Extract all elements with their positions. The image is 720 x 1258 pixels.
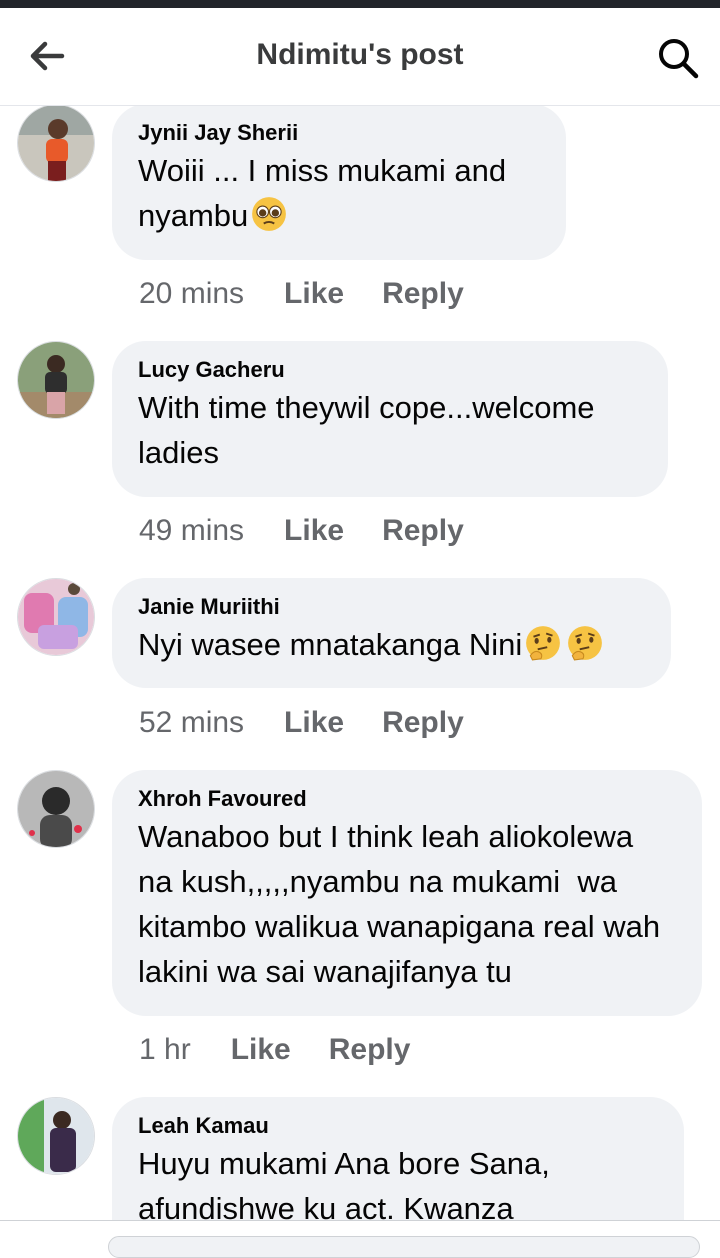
- comment-author[interactable]: Jynii Jay Sherii: [138, 118, 540, 148]
- comment-time[interactable]: 49 mins: [139, 511, 244, 551]
- like-button[interactable]: Like: [231, 1030, 291, 1070]
- comment-author[interactable]: Janie Muriithi: [138, 592, 645, 622]
- comment-bubble: Lucy Gacheru With time theywil cope...we…: [112, 341, 668, 497]
- comment-meta: 20 mins Like Reply: [139, 274, 464, 314]
- comment-meta: 1 hr Like Reply: [139, 1030, 410, 1070]
- comment-bubble: Xhroh Favoured Wanaboo but I think leah …: [112, 770, 702, 1016]
- comment-bubble: Jynii Jay Sherii Woiii ... I miss mukami…: [112, 104, 566, 260]
- comment-meta: 49 mins Like Reply: [139, 511, 464, 551]
- avatar[interactable]: [17, 104, 95, 182]
- reply-button[interactable]: Reply: [382, 511, 464, 551]
- comment-text: Wanaboo but I think leah aliokolewa na k…: [138, 819, 669, 989]
- comment-time[interactable]: 20 mins: [139, 274, 244, 314]
- pleading-face-emoji: [252, 197, 287, 231]
- search-button[interactable]: [654, 34, 702, 82]
- comment-bubble: Janie Muriithi Nyi wasee mnatakanga Nini: [112, 578, 671, 688]
- thinking-face-emoji: [526, 626, 561, 661]
- reply-button[interactable]: Reply: [382, 703, 464, 743]
- comment-time[interactable]: 52 mins: [139, 703, 244, 743]
- comments-list: Jynii Jay Sherii Woiii ... I miss mukami…: [0, 0, 720, 1244]
- comment-composer-bar: [0, 1220, 720, 1258]
- comment-author[interactable]: Xhroh Favoured: [138, 784, 676, 814]
- comment-text: With time theywil cope...welcome ladies: [138, 390, 604, 470]
- thinking-face-emoji: [568, 626, 603, 661]
- avatar[interactable]: [17, 1097, 95, 1175]
- comment-time[interactable]: 1 hr: [139, 1030, 191, 1070]
- avatar[interactable]: [17, 341, 95, 419]
- comment-text: Woiii ... I miss mukami and nyambu: [138, 153, 515, 233]
- comment-meta: 52 mins Like Reply: [139, 703, 464, 743]
- comment-author[interactable]: Lucy Gacheru: [138, 355, 642, 385]
- comment-text: Huyu mukami Ana bore Sana, afundishwe ku…: [138, 1146, 559, 1226]
- comment-input[interactable]: [108, 1236, 700, 1258]
- avatar[interactable]: [17, 578, 95, 656]
- search-icon: [659, 39, 699, 79]
- reply-button[interactable]: Reply: [382, 274, 464, 314]
- comment-author[interactable]: Leah Kamau: [138, 1111, 658, 1141]
- app-header: Ndimitu's post: [0, 8, 720, 106]
- like-button[interactable]: Like: [284, 274, 344, 314]
- like-button[interactable]: Like: [284, 511, 344, 551]
- reply-button[interactable]: Reply: [329, 1030, 411, 1070]
- page-title: Ndimitu's post: [256, 38, 464, 71]
- avatar[interactable]: [17, 770, 95, 848]
- comment-text: Nyi wasee mnatakanga Nini: [138, 622, 645, 667]
- like-button[interactable]: Like: [284, 703, 344, 743]
